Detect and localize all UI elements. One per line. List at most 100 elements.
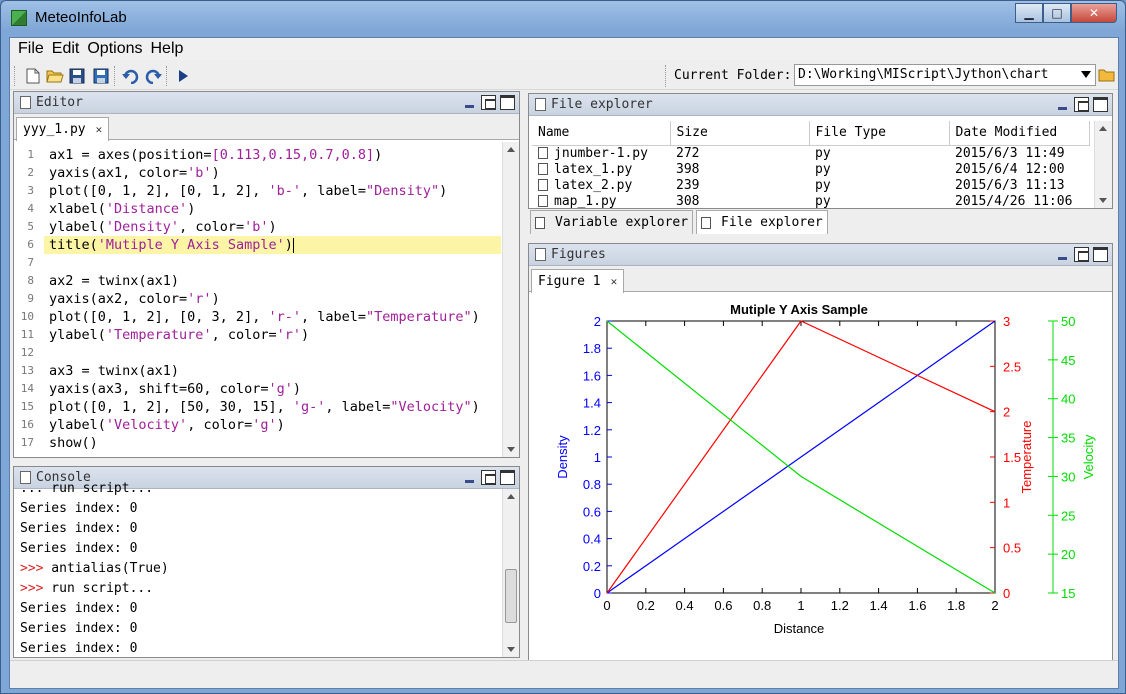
y-tick-label: 50: [1061, 314, 1075, 329]
figure-chart[interactable]: Mutiple Y Axis Sample Distance 0 0.2 0.4 0.…: [529, 293, 1112, 661]
menu-file[interactable]: File: [14, 38, 48, 60]
code-line[interactable]: xlabel('Distance'): [44, 200, 501, 218]
detach-panel-icon[interactable]: [481, 95, 496, 110]
minimize-panel-icon[interactable]: [1055, 97, 1070, 112]
console-vertical-scrollbar[interactable]: [502, 489, 519, 657]
chevron-down-icon[interactable]: [1081, 71, 1091, 78]
close-tab-icon[interactable]: ✕: [611, 275, 618, 288]
x-tick-label: 0.2: [637, 598, 655, 613]
detach-panel-icon[interactable]: [1074, 97, 1089, 112]
column-header-name[interactable]: Name: [532, 121, 671, 146]
code-line[interactable]: yaxis(ax1, color='b'): [44, 164, 501, 182]
file-row[interactable]: map_1.py 308 py 2015/4/26 11:06: [532, 193, 1089, 209]
menu-help[interactable]: Help: [147, 38, 188, 60]
console-text: Series index: 0: [20, 521, 138, 536]
current-folder-select[interactable]: D:\Working\MIScript\Jython\chart: [794, 64, 1096, 86]
scroll-down-icon[interactable]: [507, 647, 515, 652]
maximize-panel-icon[interactable]: [1093, 97, 1108, 112]
menu-edit[interactable]: Edit: [48, 38, 84, 60]
scroll-up-icon[interactable]: [507, 494, 515, 499]
console-text: ... run script...: [20, 481, 154, 496]
line-number: 5: [27, 220, 34, 233]
code-line[interactable]: yaxis(ax2, color='r'): [44, 290, 501, 308]
undo-icon[interactable]: [122, 67, 140, 85]
y-tick-label: 40: [1061, 392, 1075, 407]
scroll-thumb[interactable]: [505, 569, 517, 623]
console-text: run script...: [43, 581, 154, 596]
save-all-icon[interactable]: [92, 67, 110, 85]
code-line[interactable]: plot([0, 1, 2], [0, 3, 2], 'r-', label="…: [44, 308, 501, 326]
detach-panel-icon[interactable]: [1074, 247, 1089, 262]
chart-title: Mutiple Y Axis Sample: [730, 302, 868, 317]
main-client-area: File Edit Options Help Current Folder: D…: [9, 37, 1119, 689]
document-icon: [535, 248, 546, 261]
scroll-down-icon[interactable]: [1099, 198, 1107, 203]
run-icon[interactable]: [174, 67, 192, 85]
column-header-file-type[interactable]: File Type: [809, 121, 950, 146]
minimize-panel-icon[interactable]: [462, 95, 477, 110]
code-line[interactable]: ylabel('Temperature', color='r'): [44, 326, 501, 344]
save-icon[interactable]: [68, 67, 86, 85]
new-file-icon[interactable]: [24, 67, 42, 85]
tab-figure-1[interactable]: Figure 1 ✕: [531, 269, 625, 293]
y-tick-label: 25: [1061, 508, 1075, 523]
code-editor[interactable]: 1 2 3 4 5 6 7 8 9 10 11 12 13 14 15 16 1: [14, 142, 519, 457]
code-line[interactable]: [44, 254, 501, 272]
code-line[interactable]: ylabel('Velocity', color='g'): [44, 416, 501, 434]
code-line[interactable]: yaxis(ax3, shift=60, color='g'): [44, 380, 501, 398]
toolbar-grip[interactable]: [14, 66, 17, 86]
console-line: Series index: 0: [14, 519, 502, 539]
minimize-button[interactable]: ▁: [1015, 3, 1043, 23]
x-tick-label: 1.2: [831, 598, 849, 613]
file-row[interactable]: latex_1.py 398 py 2015/6/4 12:00: [532, 162, 1089, 178]
console-output[interactable]: ... run script... Series index: 0 Series i…: [14, 479, 502, 657]
minimize-panel-icon[interactable]: [1055, 247, 1070, 262]
maximize-panel-icon[interactable]: [500, 95, 515, 110]
code-line[interactable]: title('Mutiple Y Axis Sample'): [44, 236, 501, 254]
column-header-size[interactable]: Size: [670, 121, 810, 146]
close-tab-icon[interactable]: ✕: [96, 123, 103, 136]
close-button[interactable]: ✕: [1071, 3, 1117, 23]
maximize-panel-icon[interactable]: [1093, 247, 1108, 262]
file-explorer-panel: File explorer Name Size File Type Date M…: [528, 93, 1113, 209]
maximize-panel-icon[interactable]: [500, 470, 515, 485]
x-tick-label: 0.8: [753, 598, 771, 613]
title-bar[interactable]: MeteoInfoLab ▁ □ ✕: [1, 1, 1125, 35]
file-explorer-vertical-scrollbar[interactable]: [1094, 121, 1112, 208]
browse-folder-icon[interactable]: [1098, 67, 1116, 83]
open-file-icon[interactable]: [46, 67, 64, 85]
tab-label: yyy_1.py: [23, 122, 86, 137]
y-tick-label: 2.5: [1003, 359, 1021, 374]
code-line[interactable]: plot([0, 1, 2], [50, 30, 15], 'g-', labe…: [44, 398, 501, 416]
column-header-date-modified[interactable]: Date Modified: [949, 121, 1090, 146]
menu-options[interactable]: Options: [83, 38, 146, 60]
editor-vertical-scrollbar[interactable]: [502, 142, 519, 457]
redo-icon[interactable]: [144, 67, 162, 85]
y-tick-label: 1.6: [583, 368, 601, 383]
code-line[interactable]: show(): [44, 434, 501, 452]
code-line[interactable]: ax2 = twinx(ax1): [44, 272, 501, 290]
scroll-down-icon[interactable]: [507, 447, 515, 452]
line-number: 7: [27, 256, 34, 269]
tab-variable-explorer[interactable]: Variable explorer: [530, 210, 694, 234]
tab-yyy-1-py[interactable]: yyy_1.py ✕: [16, 117, 110, 141]
cell-text: 272: [676, 145, 700, 161]
console-text: Series index: 0: [20, 621, 138, 636]
tab-file-explorer[interactable]: File explorer: [696, 210, 828, 234]
line-number: 12: [20, 346, 34, 359]
line-number: 14: [20, 382, 34, 395]
code-line[interactable]: [44, 344, 501, 362]
file-explorer-header: File explorer: [529, 94, 1112, 116]
scroll-up-icon[interactable]: [507, 147, 515, 152]
file-row[interactable]: latex_2.py 239 py 2015/6/3 11:13: [532, 178, 1089, 194]
cell-text: map_1.py: [554, 193, 617, 209]
console-line: Series index: 0: [14, 499, 502, 519]
code-line[interactable]: plot([0, 1, 2], [0, 1, 2], 'b-', label="…: [44, 182, 501, 200]
code-line[interactable]: ax3 = twinx(ax1): [44, 362, 501, 380]
code-lines[interactable]: ax1 = axes(position=[0.113,0.15,0.7,0.8]…: [44, 146, 501, 452]
file-row[interactable]: jnumber-1.py 272 py 2015/6/3 11:49: [532, 145, 1089, 162]
maximize-button[interactable]: □: [1043, 3, 1071, 23]
code-line[interactable]: ax1 = axes(position=[0.113,0.15,0.7,0.8]…: [44, 146, 501, 164]
scroll-up-icon[interactable]: [1099, 126, 1107, 131]
code-line[interactable]: ylabel('Density', color='b'): [44, 218, 501, 236]
